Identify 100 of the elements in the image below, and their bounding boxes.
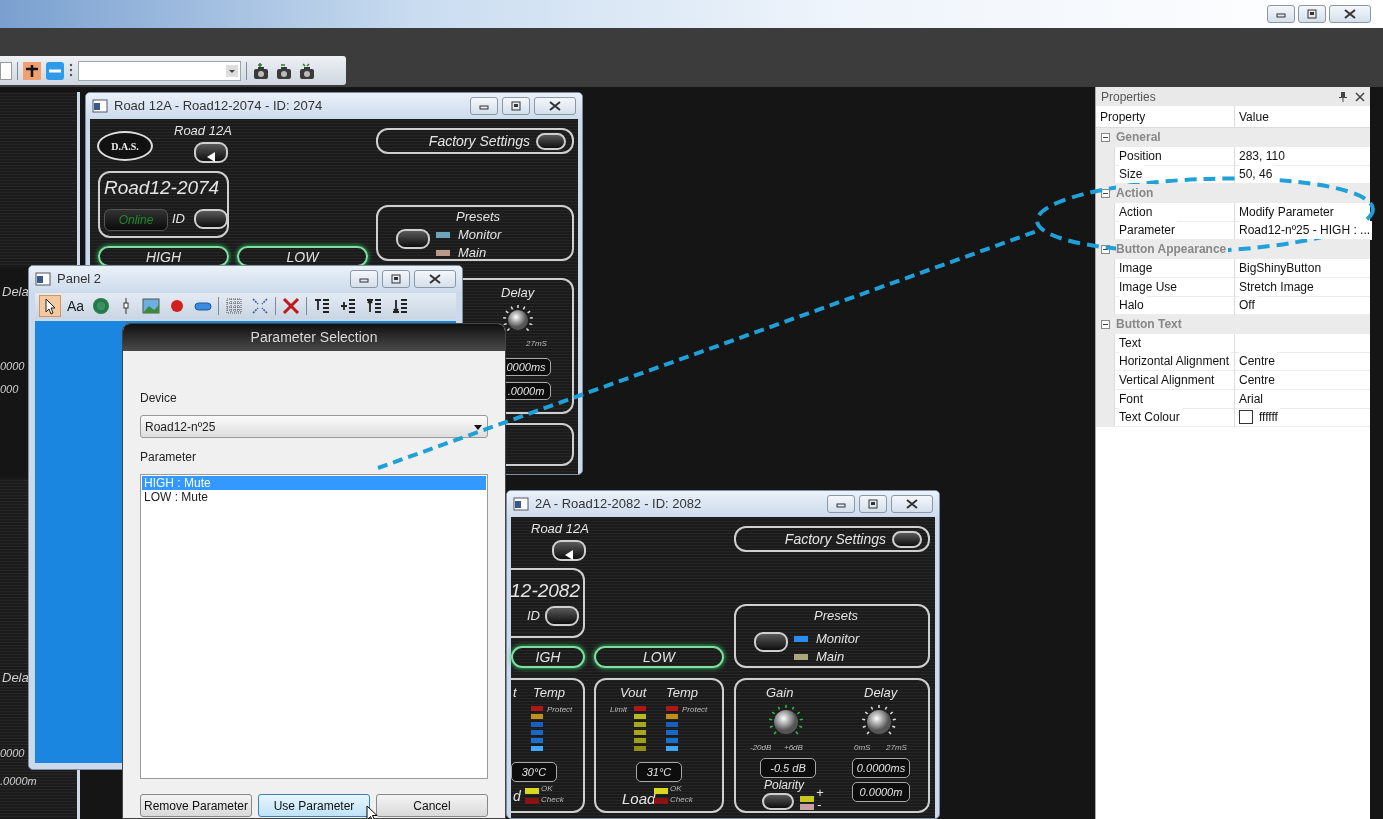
dialog-button[interactable]: Use Parameter bbox=[258, 794, 370, 817]
readout-value: 0000 bbox=[0, 746, 25, 761]
gain-readout: -0.5 dB bbox=[760, 758, 816, 778]
window-icon bbox=[513, 497, 529, 511]
id-button[interactable] bbox=[545, 606, 579, 626]
close-button[interactable] bbox=[414, 270, 456, 288]
close-button[interactable] bbox=[891, 495, 933, 513]
restore-button[interactable] bbox=[382, 270, 410, 288]
close-icon bbox=[905, 498, 919, 510]
property-value-cell[interactable]: Centre bbox=[1234, 370, 1370, 390]
input-field[interactable] bbox=[0, 61, 12, 80]
factory-settings-label: Factory Settings bbox=[428, 131, 530, 151]
property-name: Size bbox=[1119, 165, 1145, 184]
restore-button[interactable] bbox=[859, 495, 887, 513]
back-button[interactable] bbox=[194, 142, 228, 163]
collapse-toggle-icon[interactable] bbox=[1101, 132, 1110, 142]
window-title: 2A - Road12-2082 - ID: 2082 bbox=[535, 495, 702, 514]
dialog-button[interactable]: Remove Parameter bbox=[140, 794, 252, 817]
level-meter-drawing bbox=[634, 706, 646, 754]
remove-icon[interactable] bbox=[46, 61, 64, 80]
dialog-button[interactable]: Cancel bbox=[376, 794, 488, 817]
ok-indicator bbox=[525, 788, 539, 794]
list-item[interactable]: LOW : Mute bbox=[142, 490, 486, 504]
collapse-toggle-icon[interactable] bbox=[1101, 319, 1110, 329]
device-dropdown[interactable]: Road12-nº25 bbox=[140, 415, 488, 438]
restore-icon bbox=[1305, 8, 1319, 20]
vout-label: t bbox=[513, 686, 517, 701]
temp-label: Temp bbox=[533, 686, 566, 701]
camera-icon[interactable] bbox=[298, 61, 316, 80]
load-label: Load bbox=[622, 791, 656, 808]
factory-settings-label: Factory Settings bbox=[784, 529, 886, 549]
grid-icon bbox=[225, 297, 244, 315]
close-icon bbox=[1343, 8, 1357, 20]
image-icon bbox=[142, 297, 161, 315]
panel-label: Dela bbox=[2, 283, 29, 301]
factory-settings-button[interactable] bbox=[892, 530, 922, 548]
band-button[interactable]: IGH bbox=[511, 646, 585, 668]
polarity-button[interactable] bbox=[762, 793, 794, 810]
device-name: Road12-2074 bbox=[104, 178, 220, 199]
readout-value: 000 bbox=[0, 382, 19, 397]
level-meter-drawing bbox=[666, 706, 678, 754]
close-icon bbox=[548, 100, 562, 112]
band-button[interactable]: LOW bbox=[594, 646, 724, 668]
plus-label: + bbox=[816, 786, 824, 801]
property-value-cell[interactable]: Arial bbox=[1234, 389, 1370, 409]
window-icon bbox=[35, 272, 51, 286]
field-label: Parameter bbox=[140, 449, 198, 466]
property-value-cell[interactable]: BigShinyButton bbox=[1234, 258, 1370, 278]
readout-value: .0000m bbox=[0, 774, 37, 789]
load-label: d bbox=[513, 789, 521, 805]
restore-icon bbox=[389, 273, 403, 285]
camera-icon[interactable] bbox=[252, 61, 270, 80]
status-indicator: Online bbox=[104, 209, 168, 231]
delay-title: Delay bbox=[501, 286, 535, 301]
limit-label: Limit bbox=[610, 706, 627, 715]
preset-label: Main bbox=[458, 246, 487, 261]
add-icon[interactable] bbox=[23, 61, 41, 80]
polarity-indicator bbox=[800, 796, 814, 802]
camera-icon[interactable] bbox=[275, 61, 293, 80]
property-value-cell[interactable]: ffffff bbox=[1234, 408, 1370, 428]
column-header[interactable]: Value bbox=[1234, 106, 1370, 127]
text-tool-button[interactable]: Aa bbox=[65, 295, 87, 317]
property-value-cell[interactable]: Centre bbox=[1234, 352, 1370, 372]
restore-icon bbox=[509, 100, 523, 112]
close-button[interactable] bbox=[534, 97, 576, 115]
slider-icon bbox=[123, 297, 130, 315]
column-header[interactable]: Property bbox=[1096, 106, 1234, 127]
dropdown-value: Road12-nº25 bbox=[145, 418, 216, 436]
temperature-readout: 30°C bbox=[511, 762, 557, 782]
align-top-icon bbox=[313, 297, 332, 315]
property-value-cell[interactable]: Stretch Image bbox=[1234, 277, 1370, 297]
color-swatch[interactable] bbox=[1239, 410, 1253, 425]
delay-distance-readout: 0.0000m bbox=[852, 782, 910, 802]
property-value-cell[interactable]: 283, 110 bbox=[1234, 146, 1370, 166]
expand-arrows-icon bbox=[251, 297, 270, 315]
panel-label: Dela bbox=[2, 669, 29, 687]
collapse-toggle-icon[interactable] bbox=[1101, 188, 1110, 198]
dropdown-field[interactable] bbox=[78, 60, 241, 81]
restore-button[interactable] bbox=[1298, 5, 1326, 23]
temp-label: Temp bbox=[666, 686, 699, 701]
preset-button[interactable] bbox=[754, 632, 788, 652]
knob-icon bbox=[92, 297, 111, 315]
preset-button[interactable] bbox=[396, 229, 430, 249]
id-button[interactable] bbox=[194, 209, 228, 229]
pin-icon[interactable] bbox=[1338, 90, 1348, 103]
window-title: Panel 2 bbox=[57, 270, 102, 289]
field-label: Device bbox=[140, 390, 178, 407]
protect-label: Protect bbox=[547, 706, 573, 715]
restore-button[interactable] bbox=[502, 97, 530, 115]
collapse-toggle-icon[interactable] bbox=[1101, 244, 1110, 254]
caret-icon bbox=[226, 64, 238, 77]
tool-button[interactable] bbox=[39, 295, 61, 317]
factory-settings-button[interactable] bbox=[536, 132, 566, 150]
back-button[interactable] bbox=[552, 540, 586, 561]
close-button[interactable] bbox=[1329, 5, 1371, 23]
align-middle-icon bbox=[339, 297, 358, 315]
ok-indicator bbox=[654, 788, 668, 794]
id-label: ID bbox=[172, 212, 185, 227]
close-icon[interactable] bbox=[1354, 90, 1366, 103]
preset-label: Main bbox=[816, 650, 845, 665]
